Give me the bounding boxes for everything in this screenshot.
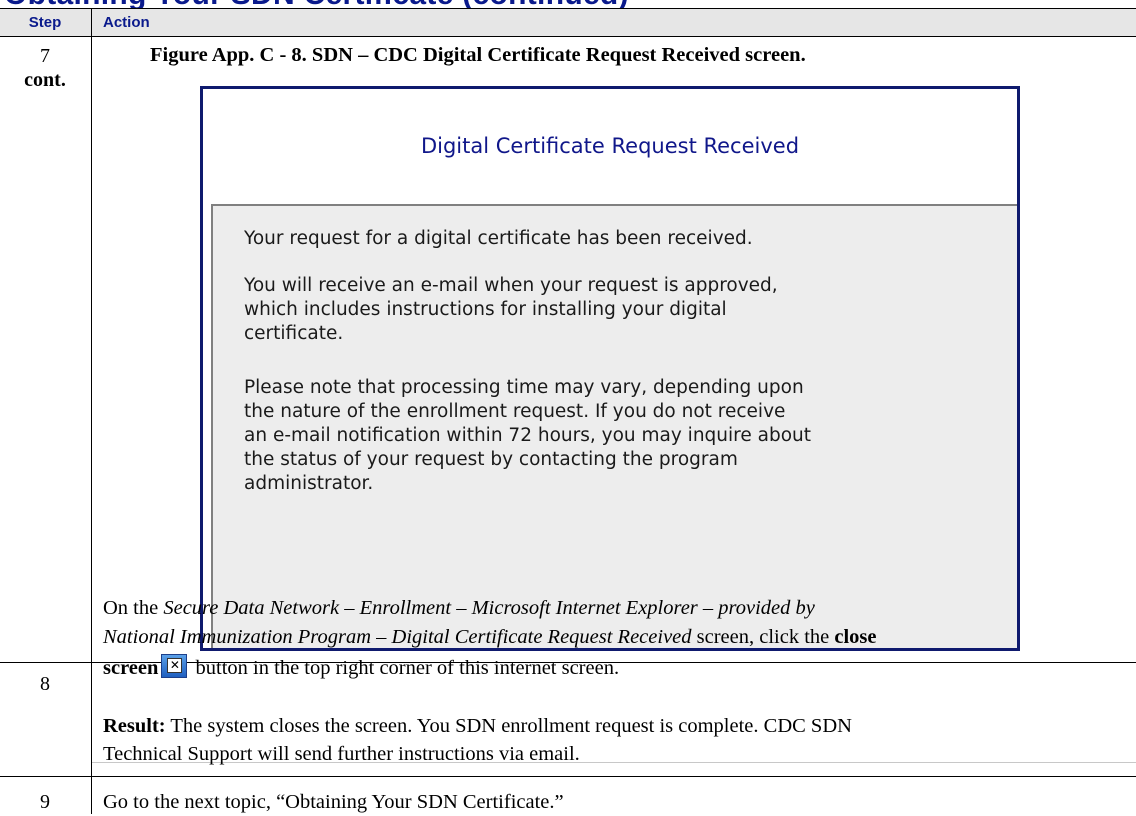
row-divider <box>0 776 1136 777</box>
instruction-text: screen, click the <box>691 626 835 648</box>
step-8-instruction-line: screen ✕ button in the top right corner o… <box>103 654 619 682</box>
figure-caption: Figure App. C - 8. SDN – CDC Digital Cer… <box>150 44 806 66</box>
step-number: 9 <box>40 791 50 813</box>
step-continued-label: cont. <box>24 69 66 91</box>
screenshot-paragraph: Your request for a digital certificate h… <box>244 228 753 249</box>
step-8-result-line: Result: The system closes the screen. Yo… <box>103 712 852 740</box>
result-label: Result: <box>103 715 166 737</box>
header-action: Action <box>103 14 150 31</box>
instruction-text: On the <box>103 597 164 619</box>
step-9-instruction: Go to the next topic, “Obtaining Your SD… <box>103 791 564 813</box>
screenshot-message-box: Your request for a digital certificate h… <box>211 204 1017 648</box>
step-number: 8 <box>40 673 50 695</box>
step-8-instruction-line: National Immunization Program – Digital … <box>103 623 877 651</box>
instruction-text: button in the top right corner of this i… <box>190 657 620 679</box>
embedded-screenshot: Digital Certificate Request Received You… <box>200 86 1020 651</box>
step-8-instruction-line: On the Secure Data Network – Enrollment … <box>103 594 815 622</box>
window-title-text: Secure Data Network – Enrollment – Micro… <box>163 597 815 619</box>
instruction-bold-text: screen <box>103 657 159 679</box>
table-header-row: Step Action <box>0 8 1136 37</box>
header-step: Step <box>28 14 62 31</box>
step-8-result-line: Technical Support will send further inst… <box>103 743 580 765</box>
procedure-table: Step Action 7 cont. Figure App. C - 8. S… <box>0 0 1136 814</box>
instruction-bold-text: close <box>834 626 877 648</box>
result-text: The system closes the screen. You SDN en… <box>165 715 852 737</box>
close-window-icon: ✕ <box>161 654 188 678</box>
window-title-text: National Immunization Program – Digital … <box>103 626 692 648</box>
screenshot-title: Digital Certificate Request Received <box>420 134 800 158</box>
column-divider <box>91 8 92 814</box>
step-number: 7 <box>40 45 50 67</box>
screenshot-paragraph: Please note that processing time may var… <box>244 377 811 494</box>
screenshot-paragraph: You will receive an e-mail when your req… <box>244 275 778 344</box>
